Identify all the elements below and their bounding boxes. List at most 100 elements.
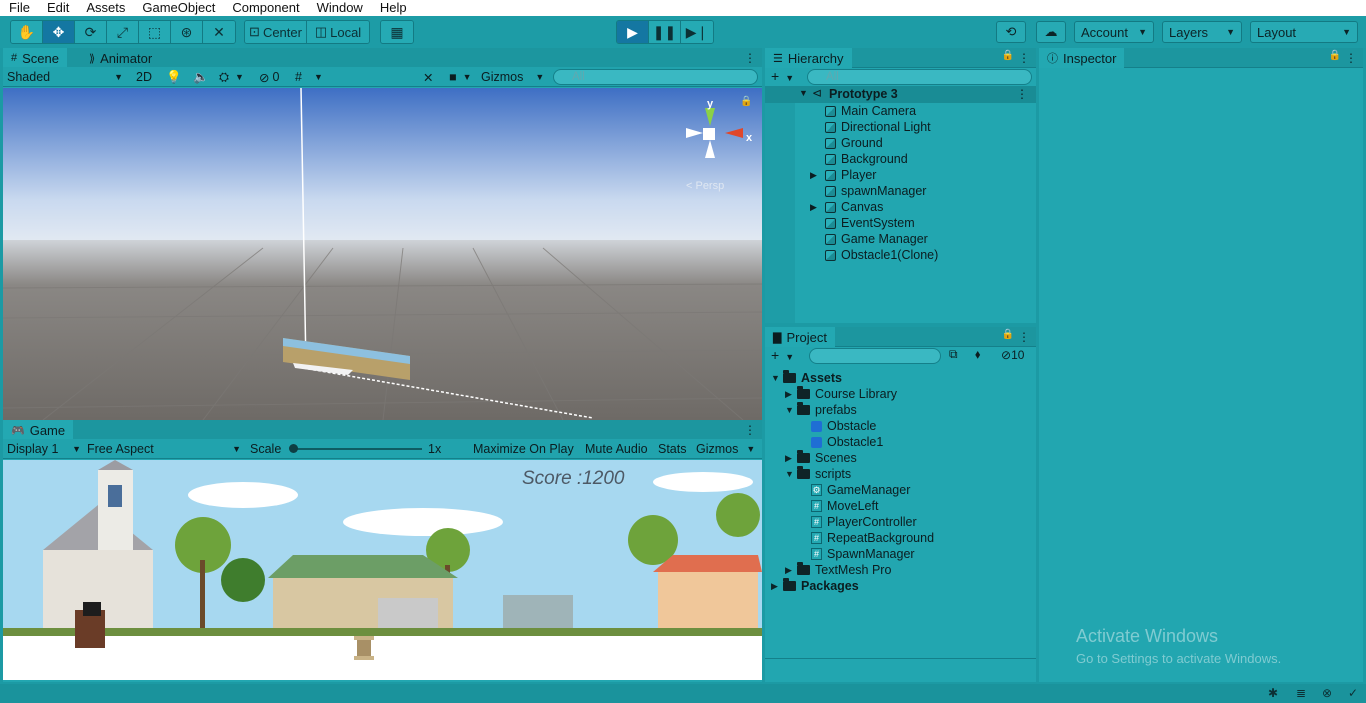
project-add-button[interactable]: + ▼ [771,347,794,363]
menu-gameobject[interactable]: GameObject [133,0,223,16]
expand-arrow-icon[interactable]: ▶ [810,170,817,181]
menu-window[interactable]: Window [308,0,371,16]
tab-hierarchy[interactable]: ☰ Hierarchy [765,48,852,68]
project-lock-icon[interactable]: 🔒 [1002,329,1014,340]
camera-dropdown[interactable]: ■ ▼ [449,68,471,86]
mode-2d-button[interactable]: 2D [131,68,157,86]
expand-arrow-icon[interactable]: ▶ [785,453,797,464]
project-tree-item[interactable]: # MoveLeft [799,498,878,514]
tab-game[interactable]: 🎮 Game [3,420,74,440]
menu-edit[interactable]: Edit [38,0,77,16]
pivot-center-button[interactable]: ⊡ Center [245,21,307,43]
hierarchy-item[interactable]: Ground [813,135,883,151]
cloud-button[interactable]: ☁ [1036,21,1066,43]
hierarchy-root-row[interactable]: ▼ ⊲ Prototype 3 ⋮ [765,86,1036,103]
collab-button[interactable]: ⟲ [996,21,1026,43]
project-menu-icon[interactable]: ⋮ [1018,327,1030,347]
project-tree-item[interactable]: # PlayerController [799,514,917,530]
custom-tool-button[interactable]: ✕ [203,21,235,43]
stack-icon[interactable]: ≣ [1296,686,1306,700]
inspector-menu-icon[interactable]: ⋮ [1345,48,1357,68]
play-button[interactable]: ▶ [617,21,649,43]
scene-search-input[interactable]: All [553,69,758,85]
check-icon[interactable]: ✓ [1348,686,1358,700]
menu-assets[interactable]: Assets [77,0,133,16]
bug-icon[interactable]: ✱ [1268,686,1278,700]
expand-arrow-icon[interactable]: ▶ [785,565,797,576]
hierarchy-item[interactable]: ▶ Canvas [810,199,883,215]
scale-tool-button[interactable]: ⤢ [107,21,139,43]
rect-tool-button[interactable]: ⬚ [139,21,171,43]
hierarchy-item[interactable]: ▶ Player [810,167,876,183]
hierarchy-item[interactable]: Game Manager [813,231,928,247]
pivot-local-button[interactable]: ◫ Local [307,21,369,43]
scene-viewport[interactable]: y x 🔒 < Persp [3,88,762,420]
scene-menu-icon[interactable]: ⋮ [744,48,756,68]
gizmos-dropdown[interactable]: Gizmos ▼ [481,68,544,86]
no-auto-refresh-icon[interactable]: ⊗ [1322,686,1332,700]
pause-button[interactable]: ❚❚ [649,21,681,43]
lighting-toggle[interactable]: 💡 [166,68,182,86]
hierarchy-item[interactable]: Directional Light [813,119,931,135]
aspect-dropdown[interactable]: Free Aspect ▼ [87,440,241,458]
tab-project[interactable]: ▇ Project [765,327,835,347]
inspector-lock-icon[interactable]: 🔒 [1329,50,1341,61]
hand-tool-button[interactable]: ✋ [11,21,43,43]
filter-type-icon[interactable]: ⧉ [949,347,958,362]
hidden-objects-toggle[interactable]: ⊘ 0 [259,68,279,86]
scale-slider-handle[interactable] [289,444,298,453]
hierarchy-item[interactable]: Background [813,151,908,167]
hierarchy-lock-icon[interactable]: 🔒 [1002,50,1014,61]
project-tree-item[interactable]: # RepeatBackground [799,530,934,546]
expand-arrow-icon[interactable]: ▶ [810,202,817,213]
expand-arrow-icon[interactable]: ▶ [771,581,783,592]
collapse-arrow-icon[interactable]: ▼ [785,405,797,415]
hierarchy-search-input[interactable]: All [807,69,1032,85]
collapse-arrow-icon[interactable]: ▼ [785,469,797,479]
project-tree-item[interactable]: ⚙ GameManager [799,482,910,498]
scale-slider[interactable] [292,448,422,450]
project-tree-item[interactable]: ▶ Packages [771,578,859,594]
hierarchy-item[interactable]: Obstacle1(Clone) [813,247,938,263]
menu-file[interactable]: File [0,0,38,16]
expand-arrow-icon[interactable]: ▼ [799,88,808,98]
grid-snap-button[interactable]: ▦ [381,21,413,43]
shading-dropdown[interactable]: Shaded ▼ [7,68,123,86]
tab-inspector[interactable]: ⓘ Inspector [1039,48,1125,68]
project-tree-item[interactable]: ▼ Assets [771,370,842,386]
hierarchy-item[interactable]: Main Camera [813,103,916,119]
scene-options-icon[interactable]: ⋮ [1016,87,1028,101]
project-tree-item[interactable]: Obstacle1 [799,434,883,450]
collapse-arrow-icon[interactable]: ▼ [771,373,783,383]
game-menu-icon[interactable]: ⋮ [744,420,756,440]
project-tree-item[interactable]: ▼ prefabs [785,402,857,418]
grid-dropdown[interactable]: # ▼ [295,68,323,86]
move-tool-button[interactable]: ✥ [43,21,75,43]
tab-scene[interactable]: # Scene [3,48,67,68]
layout-dropdown[interactable]: Layout ▼ [1250,21,1358,43]
display-dropdown[interactable]: Display 1 ▼ [7,440,81,458]
project-tree-item[interactable]: ▶ TextMesh Pro [785,562,891,578]
mute-audio-toggle[interactable]: Mute Audio [585,440,648,458]
audio-toggle[interactable]: 🔈 [193,68,209,86]
game-gizmos-dropdown[interactable]: Gizmos ▼ [696,440,755,458]
project-tree-item[interactable]: ▶ Scenes [785,450,857,466]
account-dropdown[interactable]: Account ▼ [1074,21,1154,43]
effects-dropdown[interactable]: ⛭ ▼ [219,68,244,86]
rotate-tool-button[interactable]: ⟳ [75,21,107,43]
project-search-input[interactable] [809,348,941,364]
tab-animator[interactable]: ⟫ Animator [81,48,160,68]
project-tree-item[interactable]: ▶ Course Library [785,386,897,402]
persp-label[interactable]: < Persp [686,180,724,192]
menu-help[interactable]: Help [371,0,415,16]
maximize-on-play-toggle[interactable]: Maximize On Play [473,440,574,458]
project-tree-item[interactable]: Obstacle [799,418,876,434]
tools-toggle[interactable]: ✕ [423,68,433,86]
hierarchy-item[interactable]: spawnManager [813,183,926,199]
hidden-packages-toggle[interactable]: ⊘10 [1001,348,1024,362]
game-viewport[interactable]: Score :1200 [3,460,762,680]
gizmo-lock-icon[interactable]: 🔒 [740,96,752,107]
hierarchy-add-button[interactable]: + ▼ [771,68,794,84]
transform-tool-button[interactable]: ⊛ [171,21,203,43]
filter-label-icon[interactable]: ⬧ [975,347,980,362]
